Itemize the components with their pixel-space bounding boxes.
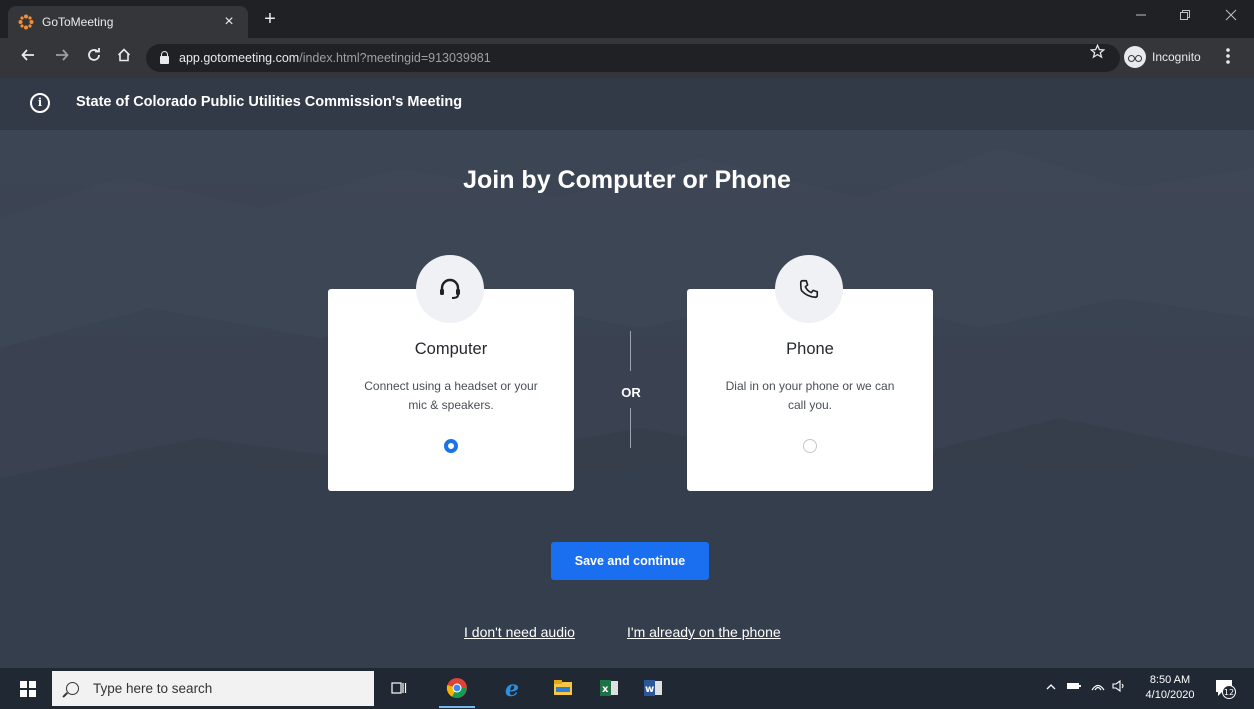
back-icon[interactable] xyxy=(18,48,38,68)
lock-icon xyxy=(160,51,169,64)
or-label: OR xyxy=(621,385,641,400)
incognito-icon xyxy=(1124,46,1146,68)
phone-option-card[interactable]: Phone Dial in on your phone or we can ca… xyxy=(687,255,933,491)
taskbar-clock[interactable]: 8:50 AM 4/10/2020 xyxy=(1140,673,1200,703)
meeting-header: i State of Colorado Public Utilities Com… xyxy=(0,78,1254,130)
gotomeeting-logo-icon xyxy=(18,14,34,30)
kebab-menu-icon[interactable] xyxy=(1226,48,1230,69)
new-tab-button[interactable]: + xyxy=(258,8,282,32)
browser-tab[interactable]: GoToMeeting × xyxy=(8,6,248,38)
wifi-icon[interactable] xyxy=(1090,680,1106,695)
search-icon xyxy=(66,682,79,695)
notification-count: 12 xyxy=(1224,688,1234,697)
windows-taskbar: Type here to search e x w 8:50 AM 4/10/2… xyxy=(0,668,1254,709)
edge-icon[interactable]: e xyxy=(500,675,526,701)
close-window-icon[interactable] xyxy=(1216,8,1246,24)
save-and-continue-button[interactable]: Save and continue xyxy=(551,542,709,580)
browser-toolbar: app.gotomeeting.com/index.html?meetingid… xyxy=(0,38,1254,78)
action-center-icon[interactable]: 12 xyxy=(1214,677,1236,699)
task-view-icon[interactable] xyxy=(386,675,412,701)
svg-text:w: w xyxy=(645,684,654,695)
restore-icon[interactable] xyxy=(1170,8,1200,24)
phone-option-description: Dial in on your phone or we can call you… xyxy=(725,379,895,412)
search-placeholder: Type here to search xyxy=(93,681,213,696)
no-audio-link[interactable]: I don't need audio xyxy=(464,624,575,640)
reload-icon[interactable] xyxy=(84,48,104,68)
show-hidden-icons-icon[interactable] xyxy=(1046,680,1056,694)
or-divider-bottom xyxy=(630,408,631,448)
computer-option-card[interactable]: Computer Connect using a headset or your… xyxy=(328,255,574,491)
word-icon[interactable]: w xyxy=(640,675,666,701)
taskbar-search-input[interactable]: Type here to search xyxy=(52,671,374,706)
clock-time: 8:50 AM xyxy=(1149,674,1191,686)
home-icon[interactable] xyxy=(114,48,134,68)
phone-icon xyxy=(775,255,843,323)
battery-icon[interactable] xyxy=(1066,680,1082,694)
already-on-phone-link[interactable]: I'm already on the phone xyxy=(627,624,781,640)
tab-title: GoToMeeting xyxy=(42,15,114,29)
url-path: /index.html?meetingid=913039981 xyxy=(299,51,491,65)
minimize-icon[interactable] xyxy=(1126,8,1156,24)
page-title: Join by Computer or Phone xyxy=(463,166,791,194)
phone-option-title: Phone xyxy=(786,340,834,358)
incognito-indicator[interactable]: Incognito xyxy=(1124,46,1201,68)
headset-icon xyxy=(416,255,484,323)
or-divider-top xyxy=(630,331,631,371)
svg-text:x: x xyxy=(602,684,609,695)
computer-option-title: Computer xyxy=(414,340,488,358)
incognito-label: Incognito xyxy=(1152,50,1201,64)
info-icon[interactable]: i xyxy=(30,93,50,113)
svg-text:e: e xyxy=(505,677,519,699)
page-content: i State of Colorado Public Utilities Com… xyxy=(0,78,1254,668)
forward-icon[interactable] xyxy=(52,48,72,68)
tab-close-icon[interactable]: × xyxy=(220,13,238,31)
volume-icon[interactable] xyxy=(1112,679,1126,695)
star-icon[interactable] xyxy=(1089,43,1106,63)
phone-radio[interactable] xyxy=(803,439,817,453)
clock-date: 4/10/2020 xyxy=(1145,689,1195,701)
browser-tab-bar: GoToMeeting × + xyxy=(0,0,1254,38)
computer-option-description: Connect using a headset or your mic & sp… xyxy=(364,379,538,412)
address-bar[interactable]: app.gotomeeting.com/index.html?meetingid… xyxy=(146,44,1120,72)
windows-start-icon[interactable] xyxy=(20,681,36,697)
computer-radio[interactable] xyxy=(444,439,458,453)
meeting-title: State of Colorado Public Utilities Commi… xyxy=(76,94,463,110)
chrome-icon[interactable] xyxy=(439,675,475,708)
file-explorer-icon[interactable] xyxy=(550,675,576,701)
url-host: app.gotomeeting.com xyxy=(179,51,300,65)
excel-icon[interactable]: x xyxy=(596,675,622,701)
